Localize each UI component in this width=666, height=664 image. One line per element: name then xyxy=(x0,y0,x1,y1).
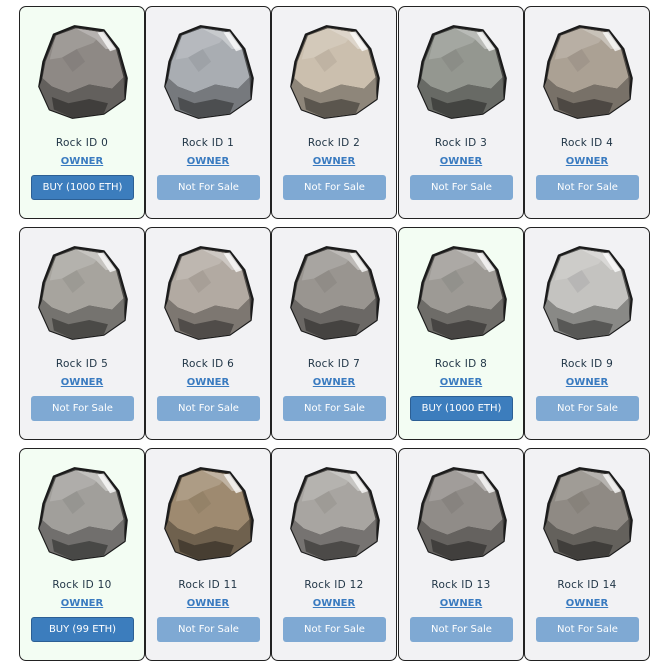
sale-button[interactable]: BUY (1000 ETH) xyxy=(31,175,134,200)
rock-id-label: Rock ID 2 xyxy=(307,137,361,149)
owner-link[interactable]: OWNER xyxy=(525,377,649,388)
owner-link[interactable]: OWNER xyxy=(146,598,270,609)
rock-shape xyxy=(38,246,128,340)
rock-card: Rock ID 1 OWNER Not For Sale xyxy=(145,6,271,219)
sale-button[interactable]: Not For Sale xyxy=(536,175,639,200)
rock-id-label: Rock ID 9 xyxy=(560,358,614,370)
rock-grid: Rock ID 0 OWNER BUY (1000 ETH) Rock ID 1… xyxy=(0,0,666,664)
rock-card: Rock ID 5 OWNER Not For Sale xyxy=(19,227,145,440)
rock-shape xyxy=(417,25,507,119)
owner-link[interactable]: OWNER xyxy=(20,156,144,167)
rock-id-label: Rock ID 13 xyxy=(431,579,491,591)
rock-id-label: Rock ID 7 xyxy=(307,358,361,370)
rock-shape xyxy=(164,246,254,340)
rock-card: Rock ID 9 OWNER Not For Sale xyxy=(524,227,650,440)
rock-shape xyxy=(38,467,128,561)
rock-card: Rock ID 12 OWNER Not For Sale xyxy=(271,448,397,661)
rock-shape xyxy=(290,25,380,119)
rock-icon xyxy=(157,462,261,566)
rock-icon xyxy=(157,241,261,345)
owner-link[interactable]: OWNER xyxy=(525,156,649,167)
rock-shape xyxy=(543,25,633,119)
rock-card: Rock ID 3 OWNER Not For Sale xyxy=(398,6,524,219)
owner-link[interactable]: OWNER xyxy=(20,377,144,388)
rock-card: Rock ID 6 OWNER Not For Sale xyxy=(145,227,271,440)
rock-card: Rock ID 11 OWNER Not For Sale xyxy=(145,448,271,661)
rock-card: Rock ID 8 OWNER BUY (1000 ETH) xyxy=(398,227,524,440)
rock-icon xyxy=(283,241,387,345)
owner-link[interactable]: OWNER xyxy=(146,156,270,167)
rock-shape xyxy=(543,467,633,561)
rock-icon xyxy=(283,462,387,566)
rock-shape xyxy=(417,467,507,561)
owner-link[interactable]: OWNER xyxy=(20,598,144,609)
rock-id-label: Rock ID 3 xyxy=(434,137,488,149)
owner-link[interactable]: OWNER xyxy=(272,598,396,609)
rock-id-label: Rock ID 5 xyxy=(55,358,109,370)
rock-card: Rock ID 4 OWNER Not For Sale xyxy=(524,6,650,219)
rock-shape xyxy=(164,25,254,119)
rock-id-label: Rock ID 1 xyxy=(181,137,235,149)
rock-id-label: Rock ID 6 xyxy=(181,358,235,370)
rock-shape xyxy=(290,246,380,340)
sale-button[interactable]: Not For Sale xyxy=(536,396,639,421)
rock-id-label: Rock ID 4 xyxy=(560,137,614,149)
rock-shape xyxy=(417,246,507,340)
sale-button[interactable]: Not For Sale xyxy=(157,617,260,642)
owner-link[interactable]: OWNER xyxy=(146,377,270,388)
rock-id-label: Rock ID 8 xyxy=(434,358,488,370)
rock-card: Rock ID 10 OWNER BUY (99 ETH) xyxy=(19,448,145,661)
rock-icon xyxy=(31,462,135,566)
sale-button[interactable]: Not For Sale xyxy=(31,396,134,421)
owner-link[interactable]: OWNER xyxy=(399,598,523,609)
rock-id-label: Rock ID 14 xyxy=(557,579,617,591)
owner-link[interactable]: OWNER xyxy=(272,377,396,388)
owner-link[interactable]: OWNER xyxy=(272,156,396,167)
sale-button[interactable]: Not For Sale xyxy=(283,617,386,642)
sale-button[interactable]: Not For Sale xyxy=(283,175,386,200)
rock-id-label: Rock ID 10 xyxy=(52,579,112,591)
rock-icon xyxy=(157,20,261,124)
owner-link[interactable]: OWNER xyxy=(525,598,649,609)
rock-icon xyxy=(536,241,640,345)
rock-icon xyxy=(410,462,514,566)
sale-button[interactable]: Not For Sale xyxy=(157,175,260,200)
rock-id-label: Rock ID 0 xyxy=(55,137,109,149)
rock-id-label: Rock ID 11 xyxy=(178,579,238,591)
rock-icon xyxy=(536,20,640,124)
rock-icon xyxy=(283,20,387,124)
sale-button[interactable]: Not For Sale xyxy=(536,617,639,642)
rock-icon xyxy=(31,241,135,345)
rock-id-label: Rock ID 12 xyxy=(304,579,364,591)
rock-shape xyxy=(38,25,128,119)
rock-card: Rock ID 2 OWNER Not For Sale xyxy=(271,6,397,219)
rock-card: Rock ID 13 OWNER Not For Sale xyxy=(398,448,524,661)
rock-card: Rock ID 0 OWNER BUY (1000 ETH) xyxy=(19,6,145,219)
rock-card: Rock ID 14 OWNER Not For Sale xyxy=(524,448,650,661)
sale-button[interactable]: Not For Sale xyxy=(410,175,513,200)
sale-button[interactable]: BUY (99 ETH) xyxy=(31,617,134,642)
rock-icon xyxy=(536,462,640,566)
sale-button[interactable]: Not For Sale xyxy=(283,396,386,421)
rock-icon xyxy=(31,20,135,124)
owner-link[interactable]: OWNER xyxy=(399,377,523,388)
owner-link[interactable]: OWNER xyxy=(399,156,523,167)
rock-shape xyxy=(290,467,380,561)
rock-card: Rock ID 7 OWNER Not For Sale xyxy=(271,227,397,440)
rock-shape xyxy=(543,246,633,340)
rock-icon xyxy=(410,241,514,345)
rock-icon xyxy=(410,20,514,124)
sale-button[interactable]: BUY (1000 ETH) xyxy=(410,396,513,421)
sale-button[interactable]: Not For Sale xyxy=(157,396,260,421)
rock-shape xyxy=(164,467,254,561)
sale-button[interactable]: Not For Sale xyxy=(410,617,513,642)
